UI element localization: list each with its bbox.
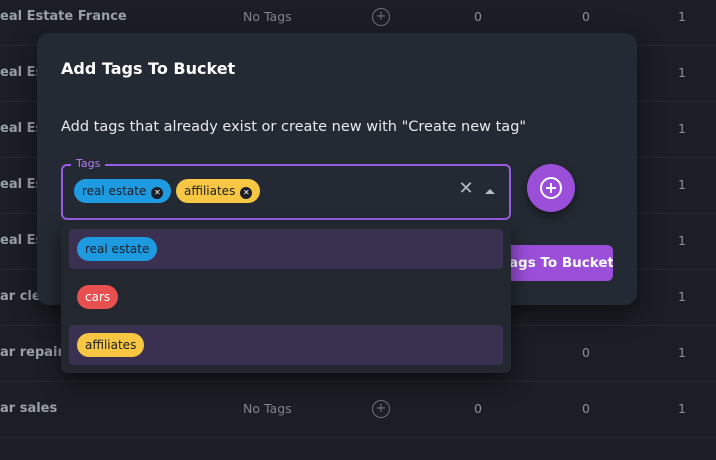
remove-tag-icon[interactable]: ✕ [151, 187, 164, 199]
tag-chip-label: affiliates [184, 184, 236, 198]
count-cell: 1 [678, 345, 686, 360]
count-cell: 1 [678, 65, 686, 80]
tags-input[interactable]: Tags real estate ✕ affiliates ✕ ✕ [61, 157, 511, 220]
tags-dropdown: real estate cars affiliates [61, 223, 511, 373]
count-cell: 1 [678, 289, 686, 304]
remove-tag-icon[interactable]: ✕ [240, 187, 253, 199]
tags-cell: No Tags [243, 401, 292, 416]
chevron-up-icon[interactable] [485, 189, 495, 194]
tag-chip-label: real estate [82, 184, 147, 198]
count-cell: 1 [678, 233, 686, 248]
table-row[interactable]: ar sales No Tags + 0 0 1 [0, 381, 716, 438]
count-cell: 1 [678, 177, 686, 192]
plus-circle-icon [540, 177, 562, 199]
option-tag-chip: cars [77, 285, 119, 309]
bucket-name: ar sales [0, 401, 58, 416]
add-tag-icon[interactable]: + [372, 8, 390, 26]
dropdown-option-real-estate[interactable]: real estate [69, 229, 503, 269]
count-cell: 0 [582, 345, 590, 360]
count-cell: 1 [678, 121, 686, 136]
option-tag-chip: affiliates [77, 333, 145, 357]
count-cell: 0 [474, 401, 482, 416]
selected-tag-chip[interactable]: affiliates ✕ [176, 179, 261, 203]
modal-title: Add Tags To Bucket [61, 59, 236, 78]
selected-tag-chip[interactable]: real estate ✕ [74, 179, 172, 203]
option-tag-chip: real estate [77, 237, 158, 261]
create-new-tag-button[interactable] [527, 164, 575, 212]
count-cell: 1 [678, 9, 686, 24]
count-cell: 0 [582, 401, 590, 416]
clear-icon[interactable]: ✕ [456, 179, 476, 199]
add-tag-icon[interactable]: + [372, 400, 390, 418]
tags-field-label: Tags [71, 157, 106, 171]
dropdown-option-cars[interactable]: cars [69, 277, 503, 317]
count-cell: 1 [678, 401, 686, 416]
modal-description: Add tags that already exist or create ne… [61, 119, 527, 135]
dropdown-option-affiliates[interactable]: affiliates [69, 325, 503, 365]
